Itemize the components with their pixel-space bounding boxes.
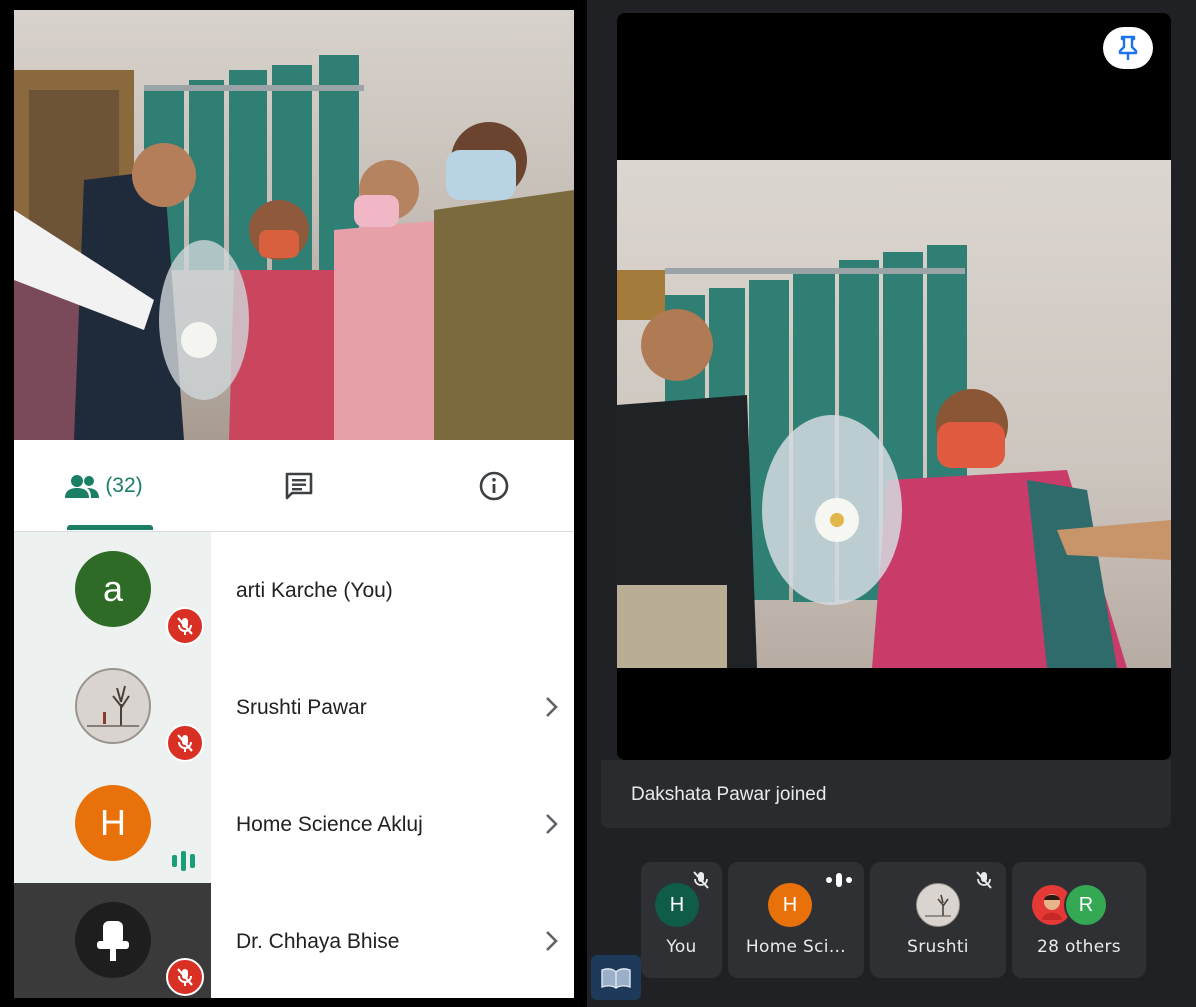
screen: (32) a arti Karche (You) Srushti Pawar H… <box>0 0 1196 1007</box>
child-photo-icon <box>1042 894 1062 920</box>
mic-off-icon <box>166 724 204 762</box>
notification-text: Dakshata Pawar joined <box>631 784 827 805</box>
video-frame-left <box>14 55 574 440</box>
pin-icon <box>1118 35 1138 60</box>
tab-info[interactable] <box>454 440 534 532</box>
tile-label: Srushti <box>907 937 969 957</box>
active-tab-indicator <box>67 525 153 530</box>
panel-tabs: (32) <box>14 440 574 532</box>
mic-off-icon <box>166 607 204 645</box>
chevron-right-icon[interactable] <box>544 695 560 719</box>
avatar-area <box>14 883 211 998</box>
open-book-icon <box>601 967 631 989</box>
speaking-indicator-icon <box>172 851 195 871</box>
avatar: R <box>1064 883 1108 927</box>
avatar-letter: a <box>102 568 124 609</box>
avatar <box>75 902 151 978</box>
chat-icon <box>285 472 313 500</box>
book-app-icon[interactable] <box>591 955 641 1000</box>
person-silhouette-icon <box>97 921 129 961</box>
mic-off-icon <box>693 871 709 889</box>
avatar-letter: R <box>1078 893 1094 916</box>
mic-off-icon <box>976 871 992 889</box>
avatar-area <box>14 649 211 766</box>
strip-tile-you[interactable]: H You <box>641 862 722 978</box>
participants-panel: (32) a arti Karche (You) Srushti Pawar H… <box>14 10 574 998</box>
strip-tile-srushti[interactable]: Srushti <box>870 862 1006 978</box>
avatar-letter: H <box>669 893 685 916</box>
participant-name: Home Science Akluj <box>236 812 423 836</box>
tree-picture-icon <box>87 685 139 727</box>
video-preview[interactable] <box>14 10 574 440</box>
speaking-indicator-icon <box>826 873 852 887</box>
tile-label: 28 others <box>1037 937 1121 957</box>
people-icon <box>65 475 100 498</box>
participant-list: a arti Karche (You) Srushti Pawar H Home… <box>14 532 574 998</box>
avatar-letter: H <box>100 802 126 843</box>
participant-row[interactable]: Dr. Chhaya Bhise <box>14 883 574 998</box>
chevron-right-icon[interactable] <box>544 929 560 953</box>
avatar-area: a <box>14 532 211 649</box>
meeting-view: Dakshata Pawar joined H You H Home Sci… … <box>587 0 1196 1007</box>
join-notification: Dakshata Pawar joined <box>601 760 1171 828</box>
avatar: H <box>768 883 812 927</box>
avatar <box>916 883 960 927</box>
info-icon <box>479 471 509 501</box>
avatar: H <box>75 785 151 861</box>
main-video <box>617 160 1171 668</box>
video-frame-right <box>617 245 1171 668</box>
participant-name: arti Karche (You) <box>236 578 393 602</box>
tile-label: Home Sci… <box>745 937 847 957</box>
main-video-tile[interactable] <box>617 13 1171 760</box>
strip-tile-home-science[interactable]: H Home Sci… <box>728 862 864 978</box>
avatar-area: H <box>14 766 211 883</box>
mic-off-icon <box>166 958 204 996</box>
avatar-letter: H <box>782 893 798 916</box>
participant-row[interactable]: Srushti Pawar <box>14 649 574 766</box>
tile-label: You <box>666 937 697 957</box>
tab-people[interactable]: (32) <box>44 440 164 532</box>
participant-name: Srushti Pawar <box>236 695 367 719</box>
participant-name: Dr. Chhaya Bhise <box>236 929 400 953</box>
participant-count: (32) <box>105 474 143 497</box>
avatar: a <box>75 551 151 627</box>
tree-picture-icon <box>925 894 951 917</box>
tab-chat[interactable] <box>259 440 339 532</box>
participant-row[interactable]: a arti Karche (You) <box>14 532 574 649</box>
avatar <box>75 668 151 744</box>
participant-row[interactable]: H Home Science Akluj <box>14 766 574 883</box>
pin-button[interactable] <box>1103 27 1153 69</box>
chevron-right-icon[interactable] <box>544 812 560 836</box>
strip-tile-others[interactable]: R 28 others <box>1012 862 1146 978</box>
